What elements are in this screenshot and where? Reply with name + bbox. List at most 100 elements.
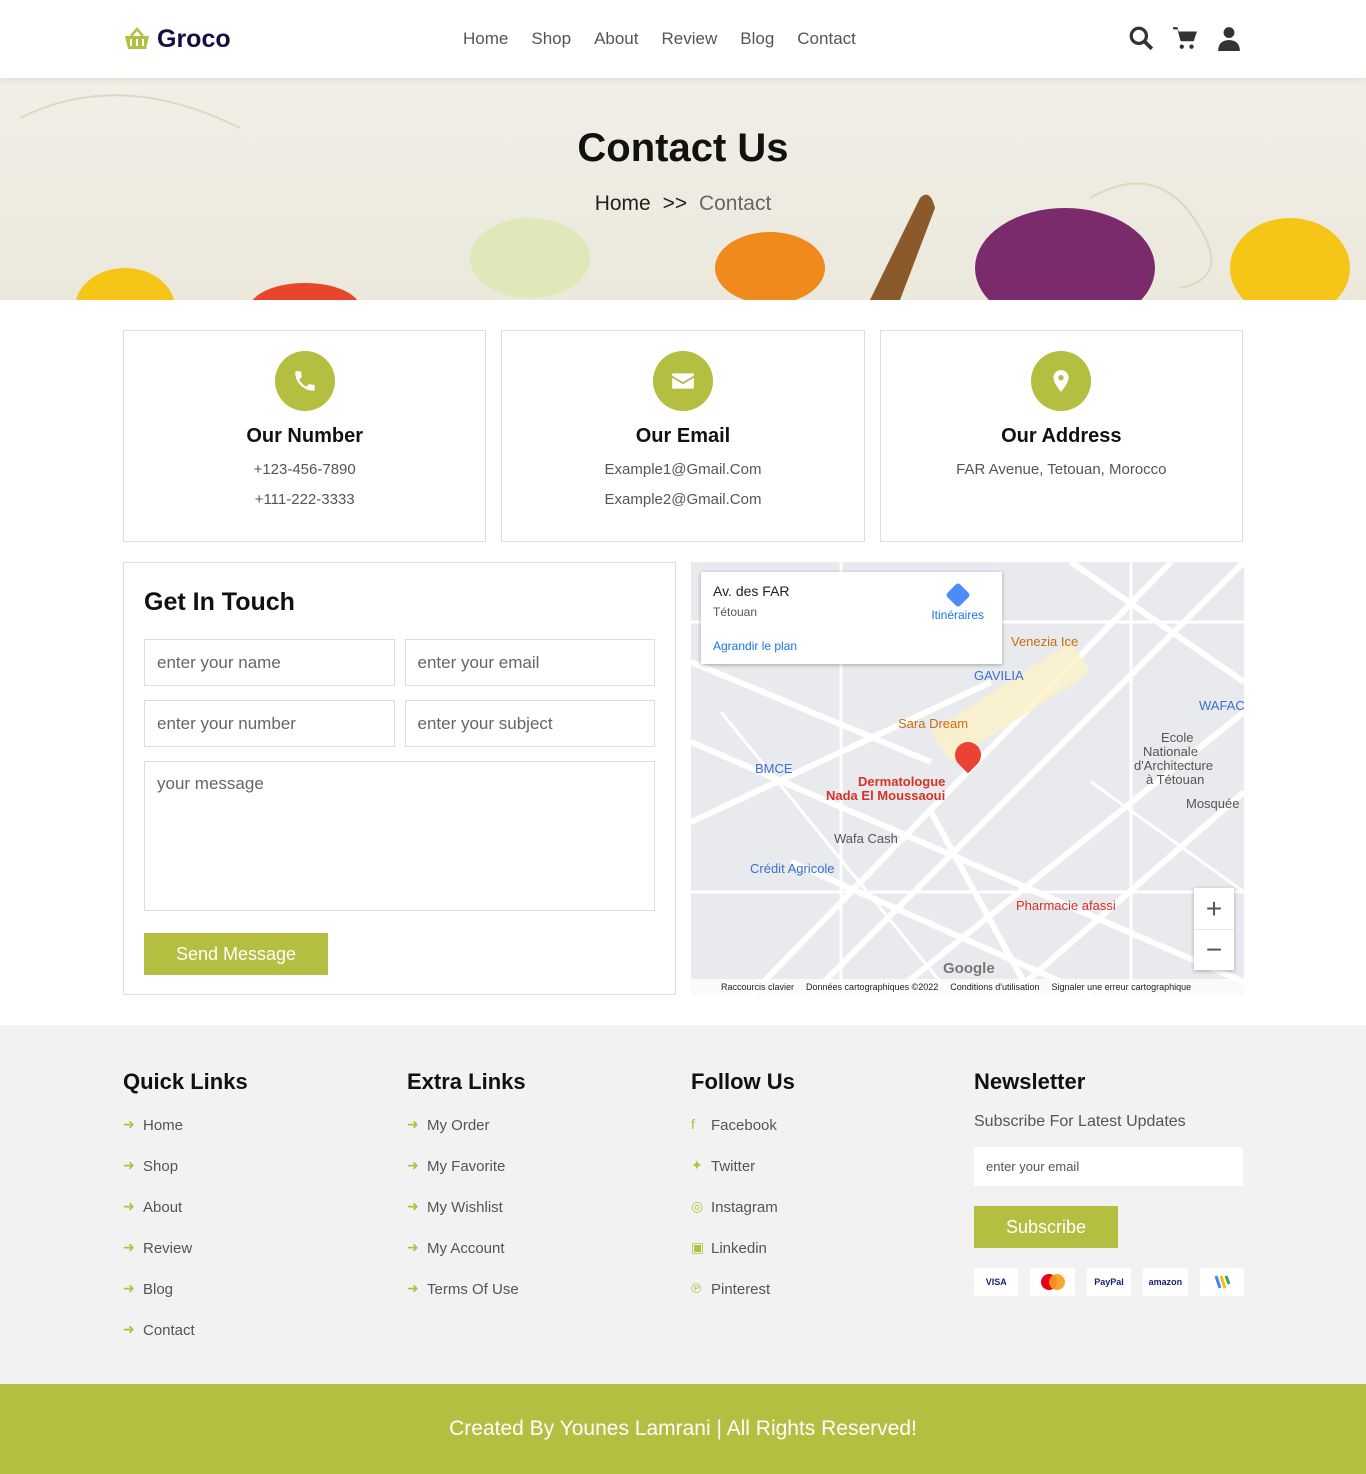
social-link-twitter[interactable]: ✦ Twitter xyxy=(691,1158,961,1199)
map-label: Mosquée xyxy=(1186,796,1240,811)
link-label: My Account xyxy=(427,1240,505,1257)
zoom-in-button[interactable]: + xyxy=(1194,888,1234,929)
nav-review[interactable]: Review xyxy=(662,29,718,49)
number-input[interactable]: enter your number xyxy=(144,700,395,747)
cart-icon[interactable] xyxy=(1171,24,1199,52)
social-link-facebook[interactable]: f Facebook xyxy=(691,1117,961,1158)
paypal-icon: PayPal xyxy=(1086,1268,1132,1296)
map-label[interactable]: Venezia Ice xyxy=(1011,634,1078,649)
brand-logo[interactable]: Groco xyxy=(123,25,231,54)
map-label[interactable]: Wafa Cash xyxy=(834,831,898,846)
quick-link-item[interactable]: ➜ Shop xyxy=(123,1158,393,1199)
card-title: Our Email xyxy=(635,425,731,447)
newsletter-title: Newsletter xyxy=(974,1069,1086,1094)
payment-methods: VISA PayPal amazon xyxy=(974,1268,1245,1296)
subscribe-button[interactable]: Subscribe xyxy=(974,1206,1118,1248)
link-label: Shop xyxy=(143,1158,179,1175)
quick-link-item[interactable]: ➜ About xyxy=(123,1199,393,1240)
newsletter-email-input[interactable]: enter your email xyxy=(974,1147,1243,1186)
send-message-button[interactable]: Send Message xyxy=(144,933,328,975)
nav-home[interactable]: Home xyxy=(463,29,508,49)
social-link-linkedin[interactable]: ▣ Linkedin xyxy=(691,1240,961,1281)
email-input[interactable]: enter your email xyxy=(404,639,655,686)
location-pin-icon xyxy=(1031,351,1092,411)
report-error-link[interactable]: Signaler une erreur cartographique xyxy=(1052,982,1192,992)
phone-icon xyxy=(274,351,335,411)
link-label: Instagram xyxy=(711,1199,778,1216)
social-link-instagram[interactable]: ◎ Instagram xyxy=(691,1199,961,1240)
zoom-out-button[interactable]: − xyxy=(1194,929,1234,970)
terms-link[interactable]: Conditions d'utilisation xyxy=(950,982,1039,992)
directions-label: Itinéraires xyxy=(931,608,984,622)
map-data-text: Données cartographiques ©2022 xyxy=(806,982,939,992)
map-label: d'Architecture xyxy=(1134,758,1214,773)
map-label[interactable]: Dermatologue xyxy=(858,774,945,789)
quick-link-item[interactable]: ➜ Home xyxy=(123,1117,393,1158)
message-textarea[interactable]: your message xyxy=(144,761,655,911)
keyboard-shortcuts-link[interactable]: Raccourcis clavier xyxy=(721,982,794,992)
contact-hero: Contact Us Home >> Contact xyxy=(0,78,1366,300)
link-label: Pinterest xyxy=(711,1281,771,1298)
visa-icon: VISA xyxy=(974,1268,1019,1296)
nav-contact[interactable]: Contact xyxy=(797,29,856,49)
page-title: Contact Us xyxy=(577,126,789,170)
map-label[interactable]: BMCE xyxy=(755,761,793,776)
info-card-address: Our Address FAR Avenue, Tetouan, Morocco xyxy=(879,330,1243,542)
quick-link-item[interactable]: ➜ Review xyxy=(123,1240,393,1281)
nav-shop[interactable]: Shop xyxy=(531,29,571,49)
extra-link-item[interactable]: ➜ My Account xyxy=(407,1240,677,1281)
extra-links-title: Extra Links xyxy=(407,1069,526,1094)
arrow-right-icon: ➜ xyxy=(407,1116,419,1132)
social-link-pinterest[interactable]: ℗ Pinterest xyxy=(691,1281,961,1322)
linkedin-icon: ▣ xyxy=(691,1239,705,1255)
directions-button[interactable]: Itinéraires xyxy=(931,582,984,622)
nav-about[interactable]: About xyxy=(594,29,638,49)
map-label[interactable]: Crédit Agricole xyxy=(750,861,835,876)
extra-link-item[interactable]: ➜ My Favorite xyxy=(407,1158,677,1199)
contact-form: Get In Touch enter your name enter your … xyxy=(123,562,676,995)
map-label[interactable]: Nada El Moussaoui xyxy=(826,788,945,803)
quick-link-item[interactable]: ➜ Contact xyxy=(123,1322,393,1363)
info-card-email: Our Email Example1@Gmail.Com Example2@Gm… xyxy=(501,330,865,542)
map-label[interactable]: Pharmacie afassi xyxy=(1016,898,1116,913)
nav-blog[interactable]: Blog xyxy=(740,29,774,49)
site-header: Groco Home Shop About Review Blog Contac… xyxy=(0,0,1366,78)
info-card-number: Our Number +123-456-7890 +111-222-3333 xyxy=(123,330,487,542)
directions-icon xyxy=(944,582,971,608)
mastercard-icon xyxy=(1030,1268,1075,1296)
user-icon[interactable] xyxy=(1215,24,1243,52)
arrow-right-icon: ➜ xyxy=(123,1157,135,1173)
google-map[interactable]: Av. des FAR Tétouan Agrandir le plan Iti… xyxy=(691,562,1244,995)
arrow-right-icon: ➜ xyxy=(123,1116,135,1132)
site-footer: Quick Links ➜ Home ➜ Shop ➜ About ➜ Review ➜… xyxy=(0,1025,1366,1384)
quick-link-item[interactable]: ➜ Blog xyxy=(123,1281,393,1322)
basket-icon xyxy=(125,27,149,49)
subject-input[interactable]: enter your subject xyxy=(404,700,655,747)
copyright-bar: Created By Younes Lamrani | All Rights R… xyxy=(0,1384,1366,1474)
map-label[interactable]: GAVILIA xyxy=(974,668,1024,683)
phone-line-1: +123-456-7890 xyxy=(253,461,356,478)
name-input[interactable]: enter your name xyxy=(144,639,395,686)
extra-link-item[interactable]: ➜ My Order xyxy=(407,1117,677,1158)
breadcrumb: Home >> Contact xyxy=(0,192,1366,216)
newsletter-subtitle: Subscribe For Latest Updates xyxy=(974,1113,1186,1130)
link-label: Linkedin xyxy=(711,1240,767,1257)
map-attribution: Raccourcis clavier Données cartographiqu… xyxy=(691,979,1244,995)
link-label: About xyxy=(143,1199,183,1216)
extra-link-item[interactable]: ➜ Terms Of Use xyxy=(407,1281,677,1322)
google-wallet-icon xyxy=(1199,1268,1245,1296)
arrow-right-icon: ➜ xyxy=(123,1321,135,1337)
extra-links: Extra Links ➜ My Order ➜ My Favorite ➜ My W… xyxy=(407,1069,677,1322)
map-label: Ecole xyxy=(1161,730,1194,745)
header-icons xyxy=(1127,24,1243,52)
arrow-right-icon: ➜ xyxy=(123,1280,135,1296)
map-place-card: Av. des FAR Tétouan Agrandir le plan Iti… xyxy=(701,572,1002,664)
enlarge-map-link[interactable]: Agrandir le plan xyxy=(713,639,990,653)
follow-us: Follow Us f Facebook ✦ Twitter ◎ Instagram … xyxy=(691,1069,961,1322)
arrow-right-icon: ➜ xyxy=(407,1239,419,1255)
search-icon[interactable] xyxy=(1127,24,1155,52)
map-label[interactable]: Sara Dream xyxy=(898,716,968,731)
extra-link-item[interactable]: ➜ My Wishlist xyxy=(407,1199,677,1240)
email-line-1: Example1@Gmail.Com xyxy=(604,461,762,478)
breadcrumb-home[interactable]: Home xyxy=(595,192,651,215)
